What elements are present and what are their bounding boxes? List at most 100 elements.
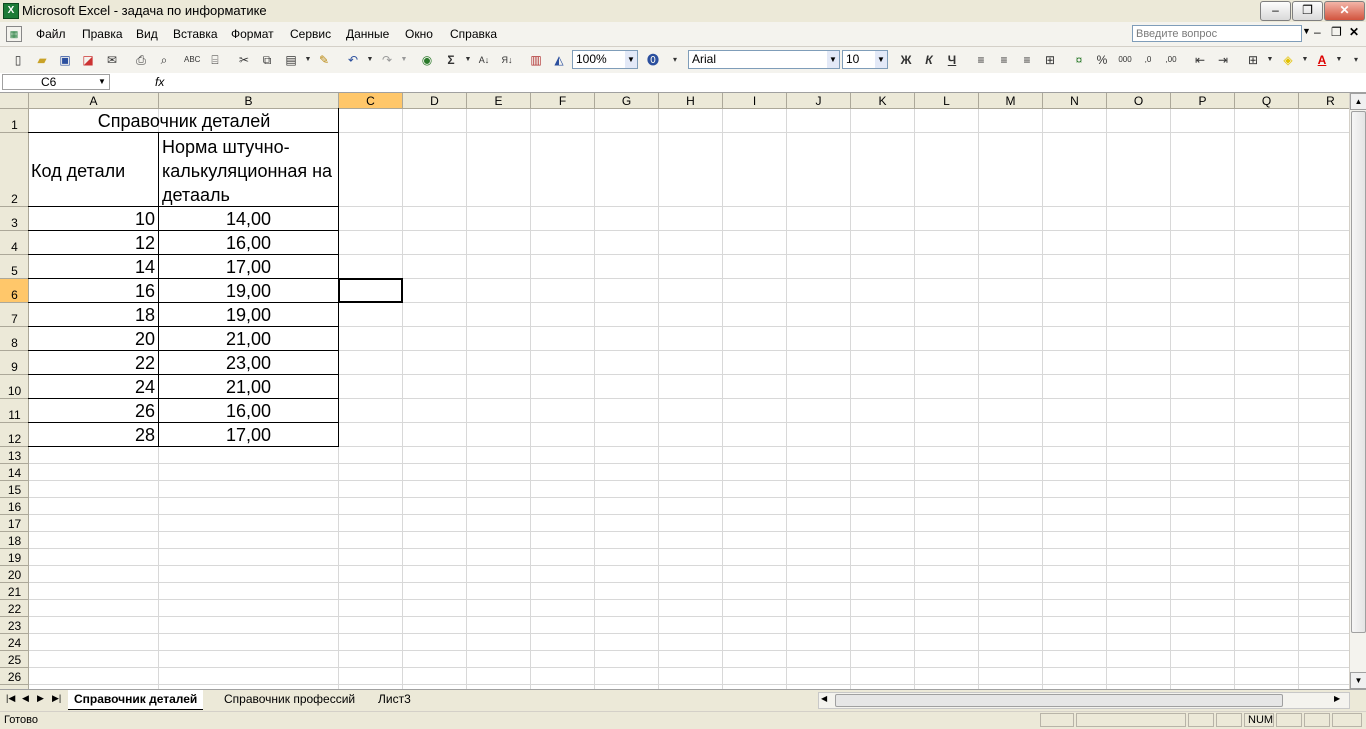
borders-dropdown-icon[interactable]: ▼	[1262, 52, 1278, 68]
menu-window[interactable]: Окно	[405, 27, 433, 41]
norm-value-cell[interactable]: 19,00	[159, 303, 271, 327]
header-norm-line2[interactable]: калькуляционная на	[162, 159, 332, 183]
undo-icon[interactable]: ↶	[345, 52, 361, 68]
research-icon[interactable]: ⌸	[207, 52, 223, 68]
column-header-c[interactable]: C	[339, 93, 403, 109]
print-icon[interactable]: ⎙	[133, 52, 149, 68]
active-cell-c6[interactable]	[338, 278, 403, 303]
norm-value-cell[interactable]: 21,00	[159, 375, 271, 399]
increase-indent-icon[interactable]: ⇥	[1215, 52, 1231, 68]
select-all-corner[interactable]	[0, 93, 29, 109]
part-code-cell[interactable]: 16	[29, 279, 155, 303]
row-header-9[interactable]: 9	[0, 351, 29, 375]
row-header-18[interactable]: 18	[0, 532, 29, 549]
row-header-24[interactable]: 24	[0, 634, 29, 651]
column-header-e[interactable]: E	[467, 93, 531, 109]
close-window-button[interactable]: ✕	[1324, 1, 1365, 21]
next-sheet-icon[interactable]: ▶	[37, 693, 44, 704]
menu-edit[interactable]: Правка	[82, 27, 123, 41]
help-question-input[interactable]: Введите вопрос	[1132, 25, 1302, 42]
italic-button[interactable]: К	[921, 52, 937, 68]
part-code-cell[interactable]: 26	[29, 399, 155, 423]
first-sheet-icon[interactable]: |◀	[6, 693, 15, 704]
autosum-dropdown-icon[interactable]: ▼	[460, 52, 476, 68]
column-header-l[interactable]: L	[915, 93, 979, 109]
underline-button[interactable]: Ч	[944, 52, 960, 68]
font-color-icon[interactable]: A	[1314, 52, 1330, 68]
header-norm-line3[interactable]: детааль	[162, 183, 230, 207]
sort-descending-icon[interactable]: Я↓	[499, 52, 515, 68]
increase-decimal-icon[interactable]: ,0	[1140, 52, 1156, 68]
norm-value-cell[interactable]: 16,00	[159, 399, 271, 423]
column-header-i[interactable]: I	[723, 93, 787, 109]
borders-icon[interactable]: ⊞	[1245, 52, 1261, 68]
excel-app-icon[interactable]: X	[3, 3, 19, 19]
format-painter-icon[interactable]: ✎	[316, 52, 332, 68]
formula-input[interactable]	[172, 75, 1342, 90]
column-header-d[interactable]: D	[403, 93, 467, 109]
part-code-cell[interactable]: 24	[29, 375, 155, 399]
comma-style-icon[interactable]: 000	[1117, 52, 1133, 68]
worksheet-grid[interactable]: ABCDEFGHIJKLMNOPQR 1 2 3 4 5 6 7 8 9 10 11 12 13 14 15…	[0, 93, 1349, 689]
menu-format[interactable]: Формат	[231, 27, 274, 41]
permission-icon[interactable]: ◪	[80, 52, 96, 68]
tab-professions-directory[interactable]: Справочник профессий	[218, 690, 361, 709]
part-code-cell[interactable]: 20	[29, 327, 155, 351]
toolbar-options-icon-2[interactable]: ▾	[1348, 52, 1364, 68]
row-header-2[interactable]: 2	[0, 133, 29, 207]
menu-file[interactable]: Файл	[36, 27, 66, 41]
horizontal-scrollbar[interactable]: ◀ ▶	[818, 692, 1350, 709]
prev-sheet-icon[interactable]: ◀	[22, 693, 29, 704]
new-icon[interactable]: ▯	[10, 52, 26, 68]
name-box[interactable]: C6	[2, 74, 110, 90]
column-header-f[interactable]: F	[531, 93, 595, 109]
menu-insert[interactable]: Вставка	[173, 27, 218, 41]
align-center-icon[interactable]: ≡	[996, 52, 1012, 68]
menu-help[interactable]: Справка	[450, 27, 497, 41]
row-header-20[interactable]: 20	[0, 566, 29, 583]
column-header-p[interactable]: P	[1171, 93, 1235, 109]
autosum-icon[interactable]: Σ	[443, 52, 459, 68]
column-header-q[interactable]: Q	[1235, 93, 1299, 109]
font-color-dropdown-icon[interactable]: ▼	[1331, 52, 1347, 68]
column-header-k[interactable]: K	[851, 93, 915, 109]
doc-minimize-button[interactable]: ‒	[1314, 25, 1321, 39]
scroll-down-icon[interactable]: ▼	[1350, 672, 1366, 689]
paste-icon[interactable]: ▤	[283, 52, 299, 68]
norm-value-cell[interactable]: 19,00	[159, 279, 271, 303]
row-header-25[interactable]: 25	[0, 651, 29, 668]
bold-button[interactable]: Ж	[898, 52, 914, 68]
menu-view[interactable]: Вид	[136, 27, 158, 41]
norm-value-cell[interactable]: 17,00	[159, 255, 271, 279]
open-icon[interactable]: ▰	[34, 52, 50, 68]
drawing-icon[interactable]: ◭	[551, 52, 567, 68]
scroll-up-icon[interactable]: ▲	[1350, 93, 1366, 110]
row-header-10[interactable]: 10	[0, 375, 29, 399]
row-header-15[interactable]: 15	[0, 481, 29, 498]
merge-center-icon[interactable]: ⊞	[1042, 52, 1058, 68]
row-header-26[interactable]: 26	[0, 668, 29, 685]
zoom-dropdown-icon[interactable]: ▼	[625, 51, 637, 68]
print-preview-icon[interactable]: ⌕	[156, 52, 172, 68]
row-header-21[interactable]: 21	[0, 583, 29, 600]
row-header-19[interactable]: 19	[0, 549, 29, 566]
last-sheet-icon[interactable]: ▶|	[52, 693, 61, 704]
spelling-icon[interactable]: ABC	[184, 52, 200, 68]
align-right-icon[interactable]: ≡	[1019, 52, 1035, 68]
fill-color-dropdown-icon[interactable]: ▼	[1297, 52, 1313, 68]
row-header-11[interactable]: 11	[0, 399, 29, 423]
part-code-cell[interactable]: 28	[29, 423, 155, 447]
sort-ascending-icon[interactable]: A↓	[476, 52, 492, 68]
row-header-6[interactable]: 6	[0, 279, 29, 303]
help-dropdown-icon[interactable]: ▼	[1302, 26, 1311, 36]
workbook-icon[interactable]: ▦	[6, 26, 22, 42]
row-header-7[interactable]: 7	[0, 303, 29, 327]
norm-value-cell[interactable]: 17,00	[159, 423, 271, 447]
name-box-dropdown-icon[interactable]: ▼	[98, 77, 106, 86]
email-icon[interactable]: ✉	[104, 52, 120, 68]
paste-dropdown-icon[interactable]: ▼	[300, 52, 316, 68]
chart-wizard-icon[interactable]: ▥	[528, 52, 544, 68]
row-header-4[interactable]: 4	[0, 231, 29, 255]
redo-icon[interactable]: ↷	[379, 52, 395, 68]
tab-parts-directory[interactable]: Справочник деталей	[68, 690, 204, 710]
